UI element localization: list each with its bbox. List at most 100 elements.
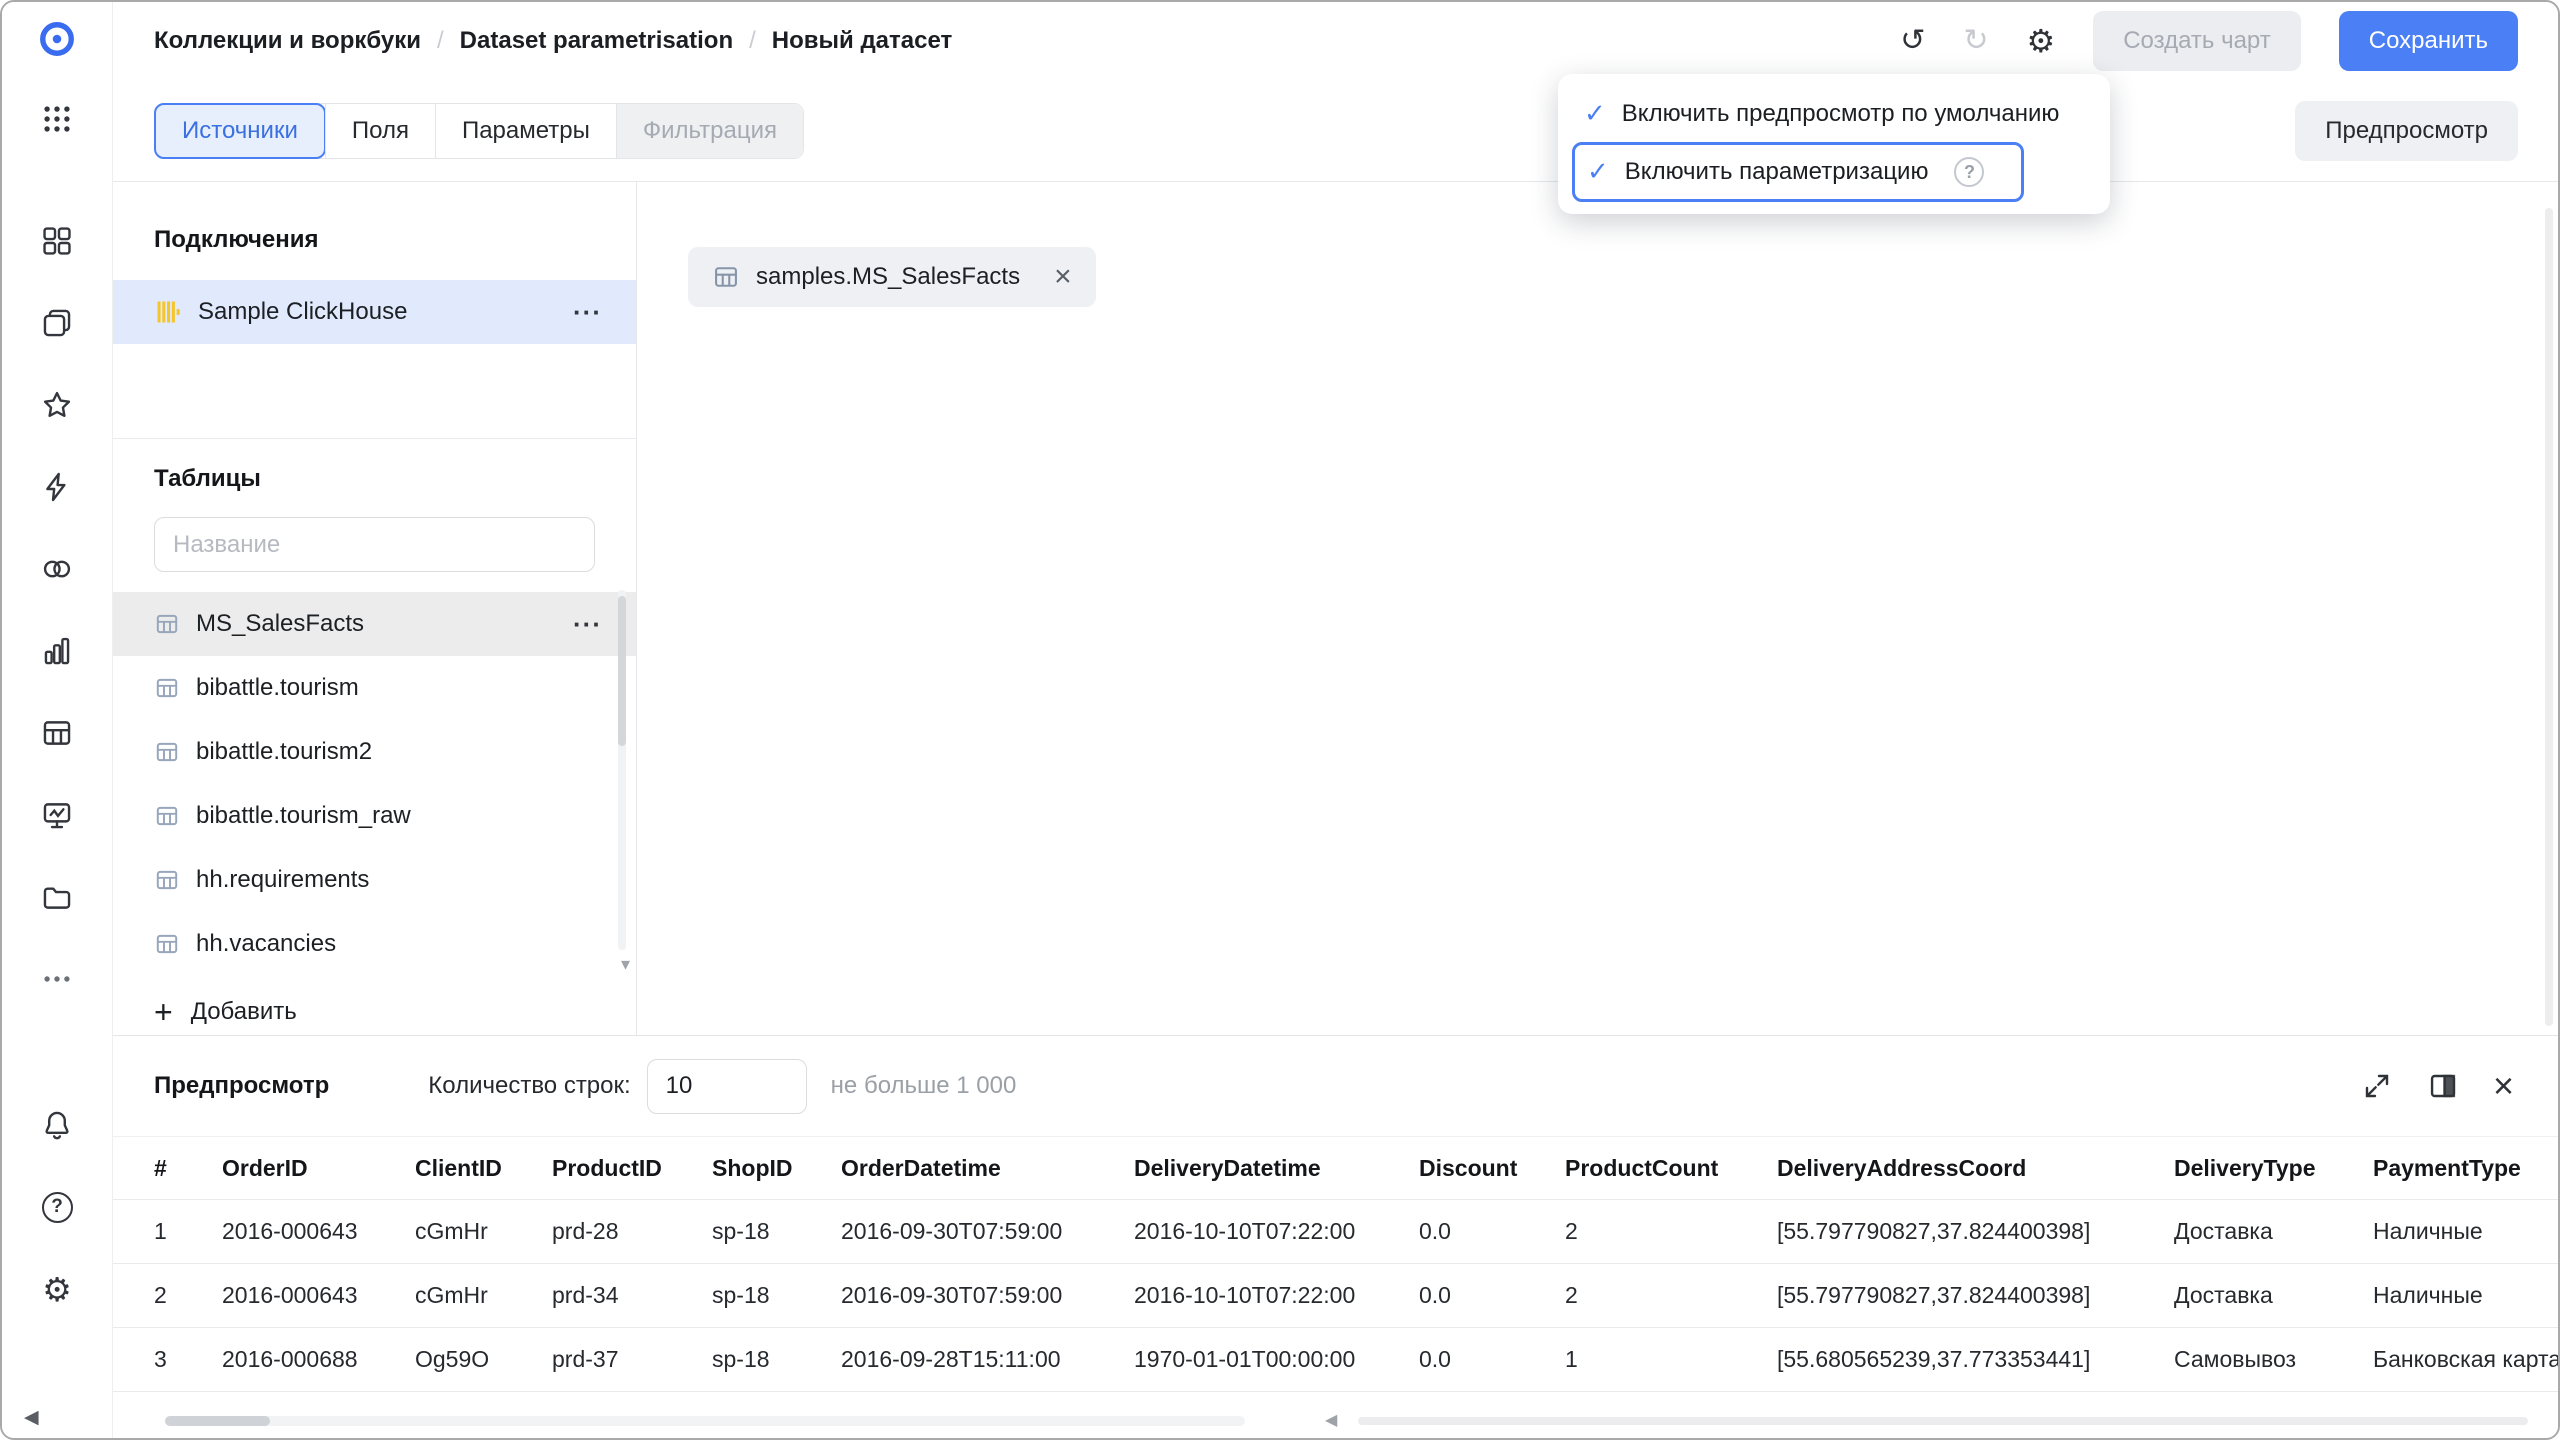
- topbar-actions: ↺ ↻ ⚙ Создать чарт Сохранить: [1900, 11, 2518, 71]
- cell: 2016-09-30T07:59:00: [841, 1282, 1134, 1309]
- column-header: OrderDatetime: [841, 1155, 1134, 1182]
- cell: 2016-10-10T07:22:00: [1134, 1282, 1419, 1309]
- cell: prd-34: [552, 1282, 712, 1309]
- cell: 2016-000643: [222, 1218, 415, 1245]
- collapse-sidebar-icon[interactable]: ◀: [24, 1406, 39, 1428]
- collections-icon[interactable]: [38, 304, 76, 342]
- scroll-left-icon[interactable]: ◀: [1325, 1410, 1337, 1429]
- files-folder-icon[interactable]: [38, 878, 76, 916]
- preview-table-row: 2 2016-000643 cGmHr prd-34 sp-18 2016-09…: [113, 1264, 2558, 1328]
- cell: Доставка: [2174, 1282, 2373, 1309]
- table-item[interactable]: bibattle.tourism: [113, 656, 636, 720]
- settings-dropdown-menu: ✓ Включить предпросмотр по умолчанию ✓ В…: [1558, 74, 2110, 214]
- table-search-input[interactable]: [154, 517, 595, 572]
- connection-more-icon[interactable]: ···: [573, 299, 602, 325]
- parametrisation-help-icon[interactable]: ?: [1954, 157, 1984, 187]
- sources-canvas: samples.MS_SalesFacts ×: [637, 182, 2558, 1035]
- split-view-icon[interactable]: [2427, 1070, 2459, 1102]
- table-icon: [154, 611, 180, 637]
- breadcrumb-workbook[interactable]: Dataset parametrisation: [460, 27, 733, 55]
- dashboards-icon[interactable]: [38, 222, 76, 260]
- close-preview-icon[interactable]: ×: [2493, 1068, 2514, 1104]
- scrollbar-thumb[interactable]: [618, 596, 626, 746]
- tab-filtering[interactable]: Фильтрация: [616, 104, 803, 158]
- connection-name: Sample ClickHouse: [198, 298, 407, 326]
- cell: Доставка: [2174, 1218, 2373, 1245]
- table-more-icon[interactable]: ···: [573, 611, 602, 637]
- canvas-vertical-scrollbar[interactable]: [2545, 208, 2553, 1026]
- horizontal-scrollbar-track-right[interactable]: [1358, 1417, 2528, 1425]
- undo-icon[interactable]: ↺: [1900, 26, 1925, 56]
- help-icon[interactable]: ?: [38, 1188, 76, 1226]
- connection-item-sample-clickhouse[interactable]: Sample ClickHouse ···: [113, 280, 636, 344]
- table-item-label: hh.requirements: [196, 866, 369, 894]
- table-item[interactable]: hh.vacancies: [113, 912, 636, 976]
- row-count-input[interactable]: [647, 1059, 807, 1114]
- table-icon: [154, 867, 180, 893]
- favorites-star-icon[interactable]: [38, 386, 76, 424]
- table-item-label: bibattle.tourism: [196, 674, 359, 702]
- breadcrumb-collections[interactable]: Коллекции и воркбуки: [154, 27, 421, 55]
- cell: 2: [1565, 1218, 1777, 1245]
- table-item[interactable]: hh.requirements: [113, 848, 636, 912]
- add-table-label: Добавить: [191, 998, 297, 1026]
- column-header: ProductID: [552, 1155, 712, 1182]
- cell: Og59O: [415, 1346, 552, 1373]
- horizontal-scrollbar-thumb[interactable]: [165, 1416, 270, 1426]
- table-icon: [712, 263, 740, 291]
- clickhouse-icon: [154, 298, 182, 326]
- menu-item-enable-parametrisation[interactable]: ✓ Включить параметризацию ?: [1572, 142, 2024, 202]
- create-chart-button[interactable]: Создать чарт: [2093, 11, 2301, 71]
- preview-title: Предпросмотр: [154, 1072, 329, 1100]
- tab-fields[interactable]: Поля: [325, 104, 435, 158]
- tables-list-scrollbar[interactable]: [618, 590, 626, 950]
- redo-icon[interactable]: ↻: [1963, 26, 1988, 56]
- datalens-logo[interactable]: [38, 20, 76, 58]
- cell: 2016-10-10T07:22:00: [1134, 1218, 1419, 1245]
- tables-icon[interactable]: [38, 714, 76, 752]
- save-button[interactable]: Сохранить: [2339, 11, 2518, 71]
- preview-header: Предпросмотр Количество строк: не больше…: [113, 1036, 2558, 1136]
- apps-grid-icon[interactable]: [38, 100, 76, 138]
- rail-nav: [38, 222, 76, 998]
- table-item[interactable]: bibattle.tourism2: [113, 720, 636, 784]
- notifications-bell-icon[interactable]: [38, 1106, 76, 1144]
- more-services-icon[interactable]: [38, 960, 76, 998]
- tab-parameters[interactable]: Параметры: [435, 104, 616, 158]
- row-count-label: Количество строк:: [428, 1072, 630, 1100]
- menu-item-enable-preview-default[interactable]: ✓ Включить предпросмотр по умолчанию: [1572, 86, 2096, 142]
- datasets-icon[interactable]: [38, 550, 76, 588]
- cell: 1970-01-01T00:00:00: [1134, 1346, 1419, 1373]
- column-header: DeliveryType: [2174, 1155, 2373, 1182]
- table-item-ms-salesfacts[interactable]: MS_SalesFacts ···: [113, 592, 636, 656]
- expand-preview-icon[interactable]: [2361, 1070, 2393, 1102]
- editor-monitor-icon[interactable]: [38, 796, 76, 834]
- column-header: Discount: [1419, 1155, 1565, 1182]
- menu-item-label: Включить предпросмотр по умолчанию: [1622, 100, 2060, 128]
- cell: [55.680565239,37.773353441]: [1777, 1346, 2174, 1373]
- column-header: PaymentType: [2373, 1155, 2558, 1182]
- dataset-tab-bar: Источники Поля Параметры Фильтрация Пред…: [113, 80, 2558, 182]
- column-header: ClientID: [415, 1155, 552, 1182]
- column-header: ShopID: [712, 1155, 841, 1182]
- table-icon: [154, 675, 180, 701]
- horizontal-scrollbar-track[interactable]: [165, 1416, 1245, 1426]
- source-table-chip[interactable]: samples.MS_SalesFacts ×: [688, 247, 1096, 307]
- table-icon: [154, 931, 180, 957]
- connections-heading: Подключения: [154, 226, 636, 254]
- breadcrumb-current-dataset: Новый датасет: [772, 27, 952, 55]
- table-item[interactable]: bibattle.tourism_raw: [113, 784, 636, 848]
- scroll-down-icon[interactable]: ▾: [621, 954, 630, 975]
- preview-toggle-button[interactable]: Предпросмотр: [2295, 101, 2518, 161]
- sources-side-panel: Подключения Sample ClickHouse ··· Таблиц…: [113, 182, 637, 1035]
- cell: 2016-000688: [222, 1346, 415, 1373]
- connections-icon[interactable]: [38, 468, 76, 506]
- dataset-settings-gear-icon[interactable]: ⚙: [2027, 25, 2056, 57]
- tab-sources[interactable]: Источники: [154, 103, 326, 159]
- table-item-label: bibattle.tourism2: [196, 738, 372, 766]
- charts-icon[interactable]: [38, 632, 76, 670]
- settings-gear-icon[interactable]: ⚙: [38, 1270, 76, 1308]
- add-table-button[interactable]: + Добавить: [113, 984, 636, 1035]
- remove-source-icon[interactable]: ×: [1054, 262, 1072, 292]
- cell: 1: [1565, 1346, 1777, 1373]
